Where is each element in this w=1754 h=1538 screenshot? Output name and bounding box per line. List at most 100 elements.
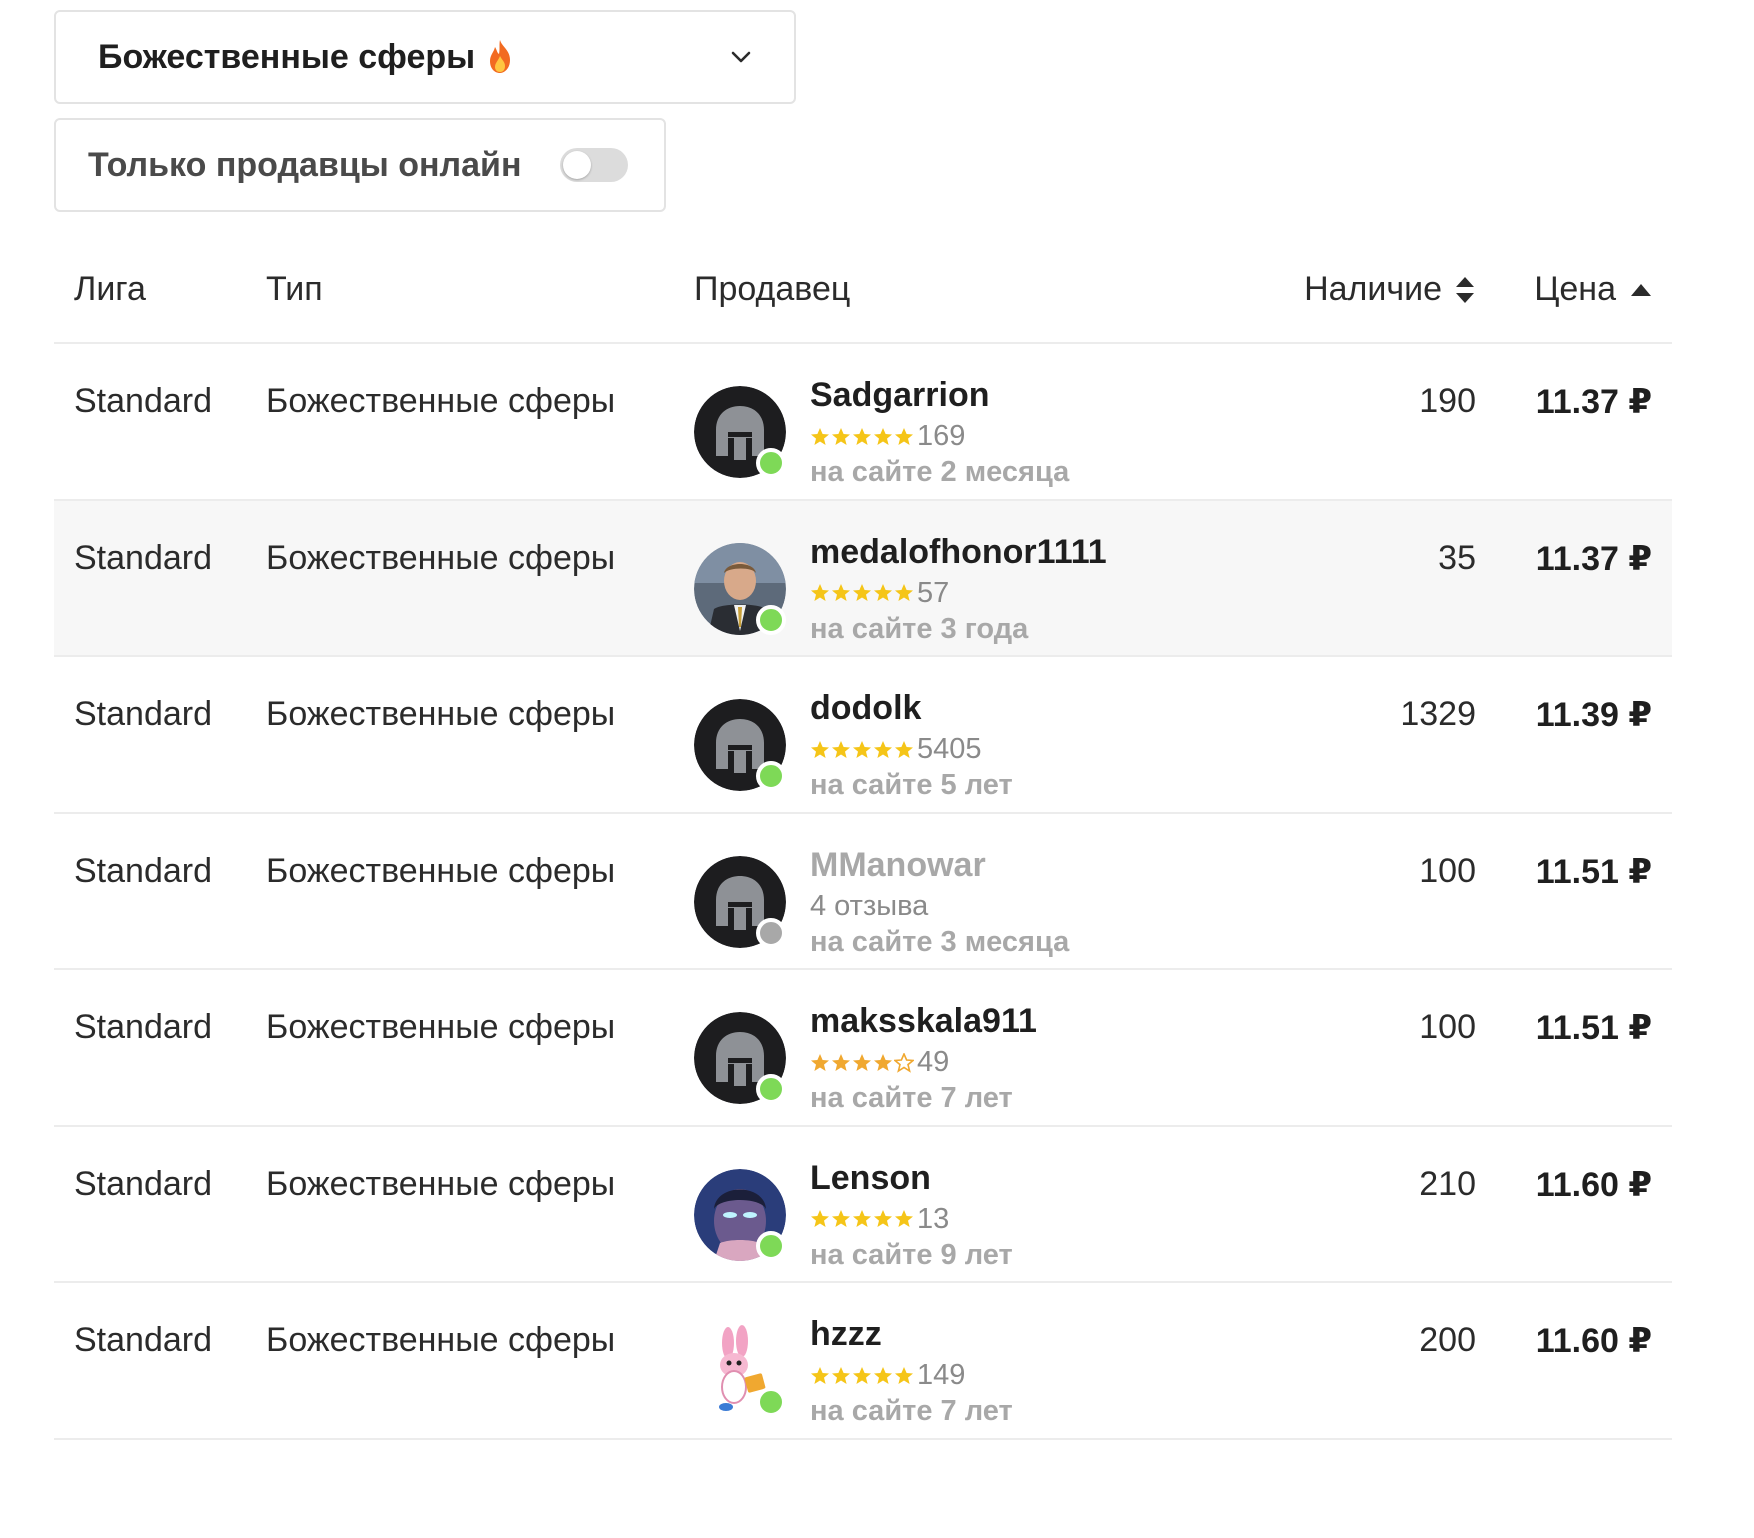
seller-rating: 57 — [810, 577, 949, 610]
star-icon — [895, 427, 913, 445]
chevron-down-icon — [731, 51, 751, 63]
member-since: на сайте 3 года — [810, 612, 1029, 645]
star-icon — [853, 427, 871, 445]
member-since: на сайте 9 лет — [810, 1238, 1013, 1271]
member-since: на сайте 5 лет — [810, 769, 1013, 801]
type-cell: Божественные сферы — [266, 1008, 616, 1046]
online-only-label: Только продавцы онлайн — [88, 145, 522, 184]
league-cell: Standard — [74, 851, 212, 890]
member-since: на сайте 7 лет — [810, 1082, 1013, 1114]
table-row[interactable]: Standard Божественные сферы dodolk 5405 на с… — [54, 657, 1672, 814]
seller-avatar[interactable] — [694, 1168, 786, 1261]
star-icon — [811, 1366, 829, 1384]
seller-name-link[interactable]: maksskala911 — [810, 1002, 1037, 1041]
rating-stars — [810, 1209, 915, 1229]
star-icon — [832, 1053, 850, 1071]
star-icon — [874, 1053, 892, 1071]
table-row[interactable]: Standard Божественные сферы maksskala911 49… — [54, 970, 1672, 1127]
league-cell: Standard — [74, 695, 212, 733]
table-row[interactable]: Standard Божественные сферы medalofhonor11… — [54, 500, 1672, 657]
star-icon — [832, 584, 850, 601]
table-header: Лига Тип Продавец Наличие Цена — [54, 240, 1672, 344]
star-icon — [811, 1053, 829, 1071]
seller-name-link[interactable]: Lenson — [810, 1159, 931, 1198]
member-since: на сайте 2 месяца — [810, 456, 1070, 488]
type-cell: Божественные сферы — [266, 1164, 616, 1203]
star-empty-icon — [894, 1052, 914, 1073]
reviews-count: 5405 — [917, 733, 982, 765]
star-icon — [853, 1366, 871, 1384]
header-seller: Продавец — [694, 270, 851, 308]
rating-stars — [810, 583, 915, 603]
type-select-value: Божественные сферы — [98, 37, 476, 76]
price-cell: 11.51 ₽ — [1535, 852, 1652, 891]
reviews-count: 149 — [917, 1359, 966, 1391]
rating-stars — [810, 427, 915, 447]
star-icon — [811, 584, 829, 601]
header-league: Лига — [74, 270, 146, 308]
stock-cell: 1329 — [1400, 695, 1476, 733]
seller-avatar[interactable] — [694, 699, 786, 791]
star-icon — [895, 1366, 913, 1384]
member-since: на сайте 3 месяца — [810, 925, 1070, 958]
star-icon — [895, 584, 913, 601]
stock-cell: 210 — [1419, 1164, 1476, 1203]
seller-rating: 149 — [810, 1359, 965, 1392]
online-only-toggle[interactable] — [560, 148, 628, 182]
stock-cell: 100 — [1419, 851, 1476, 890]
star-icon — [874, 584, 892, 601]
star-icon — [853, 1053, 871, 1071]
seller-avatar[interactable] — [694, 1325, 786, 1417]
header-type: Тип — [266, 270, 323, 308]
star-icon — [874, 740, 892, 758]
star-icon — [853, 1210, 871, 1227]
seller-name-link[interactable]: medalofhonor1111 — [810, 533, 1107, 572]
header-price-label: Цена — [1534, 270, 1616, 308]
star-icon — [874, 1366, 892, 1384]
seller-avatar[interactable] — [694, 855, 786, 948]
league-cell: Standard — [74, 1164, 212, 1203]
star-icon — [853, 584, 871, 601]
sort-both-icon — [1456, 276, 1474, 303]
reviews-count: 57 — [917, 576, 950, 609]
table-row[interactable]: Standard Божественные сферы MManowar 4 отзы… — [54, 814, 1672, 970]
seller-avatar[interactable] — [694, 1012, 786, 1104]
reviews-count: 4 отзыва — [810, 889, 929, 922]
type-cell: Божественные сферы — [266, 538, 616, 577]
star-icon — [832, 740, 850, 758]
star-icon — [832, 1366, 850, 1384]
reviews-count: 13 — [917, 1202, 950, 1235]
header-stock-label: Наличие — [1304, 270, 1442, 308]
seller-name-link[interactable]: Sadgarrion — [810, 376, 989, 415]
star-icon — [832, 1210, 850, 1227]
online-status-dot — [756, 448, 786, 478]
star-icon — [811, 427, 829, 445]
seller-rating: 5405 — [810, 733, 982, 766]
type-cell: Божественные сферы — [266, 1321, 616, 1359]
star-icon — [811, 1210, 829, 1227]
seller-name-link[interactable]: hzzz — [810, 1315, 882, 1354]
type-select[interactable]: Божественные сферы — [54, 10, 796, 104]
seller-avatar[interactable] — [694, 542, 786, 635]
price-cell: 11.60 ₽ — [1535, 1322, 1652, 1360]
price-cell: 11.39 ₽ — [1535, 696, 1652, 734]
star-icon — [895, 740, 913, 758]
table-row[interactable]: Standard Божественные сферы Lenson 13 на сай… — [54, 1127, 1672, 1283]
seller-avatar[interactable] — [694, 386, 786, 478]
page: Божественные сферы Только продавцы онлай… — [0, 0, 1754, 1538]
online-only-filter: Только продавцы онлайн — [54, 118, 666, 212]
reviews-count: 169 — [917, 420, 966, 452]
league-cell: Standard — [74, 382, 212, 420]
table-row[interactable]: Standard Божественные сферы hzzz 149 на сайт… — [54, 1283, 1672, 1440]
star-icon — [832, 427, 850, 445]
sort-up-icon — [1631, 283, 1651, 296]
header-price[interactable]: Цена — [1534, 270, 1652, 309]
star-icon — [811, 740, 829, 758]
header-stock[interactable]: Наличие — [1304, 270, 1476, 309]
type-cell: Божественные сферы — [266, 695, 616, 733]
league-cell: Standard — [74, 1321, 212, 1359]
seller-name-link[interactable]: dodolk — [810, 689, 921, 728]
table-row[interactable]: Standard Божественные сферы Sadgarrion 169 н… — [54, 344, 1672, 501]
seller-name-link[interactable]: MManowar — [810, 846, 986, 885]
reviews-count: 49 — [917, 1046, 950, 1078]
